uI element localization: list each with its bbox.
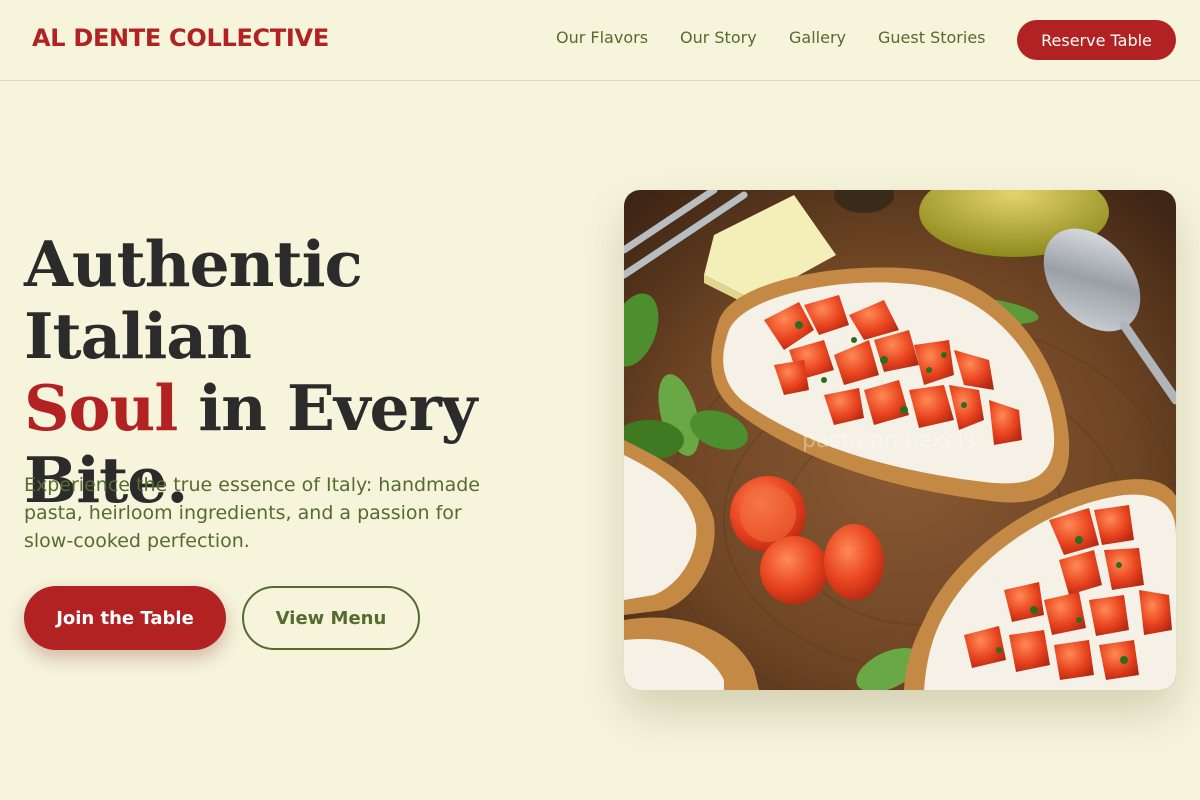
brand-logo[interactable]: AL DENTE COLLECTIVE: [32, 24, 329, 52]
nav-gallery[interactable]: Gallery: [789, 28, 846, 47]
nav-our-flavors[interactable]: Our Flavors: [556, 28, 648, 47]
nav-guest-stories[interactable]: Guest Stories: [878, 28, 986, 47]
image-watermark: pasta on pexels: [802, 428, 975, 453]
hero-title-line2: in Every: [177, 371, 477, 445]
view-menu-button[interactable]: View Menu: [242, 586, 420, 650]
hero-image: pasta on pexels: [624, 190, 1176, 690]
hero-title-line1: Authentic Italian: [24, 227, 363, 373]
hero-subtitle: Experience the true essence of Italy: ha…: [24, 474, 480, 552]
site-header: AL DENTE COLLECTIVE Our Flavors Our Stor…: [0, 0, 1200, 81]
join-the-table-button[interactable]: Join the Table: [24, 586, 226, 650]
nav-our-story[interactable]: Our Story: [680, 28, 757, 47]
reserve-table-button[interactable]: Reserve Table: [1017, 20, 1176, 60]
hero-title-accent: Soul: [24, 371, 178, 445]
